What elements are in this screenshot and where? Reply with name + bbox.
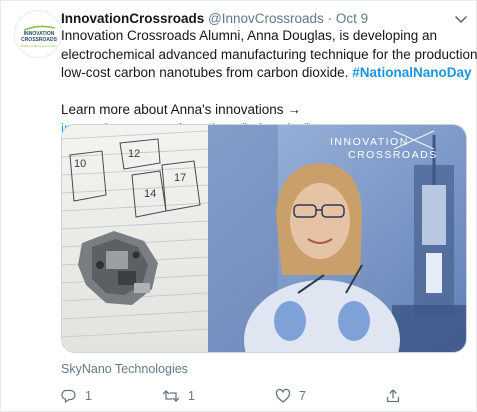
tweet-date[interactable]: Oct 9 [336, 11, 368, 26]
display-name[interactable]: InnovationCrossroads [61, 11, 204, 26]
share-button[interactable] [385, 387, 401, 405]
user-handle[interactable]: @InnovCrossroads [208, 11, 324, 26]
reply-count: 1 [85, 389, 92, 403]
paper-number: 10 [74, 158, 86, 170]
cta-text: Learn more about Anna's innovations → [61, 102, 301, 117]
retweet-icon [162, 388, 180, 404]
tweet-card[interactable]: INNOVATION CROSSROADS Building Nature Ge… [0, 0, 477, 412]
notebook-photo: 10 12 14 17 [62, 125, 209, 352]
tweet-text: Innovation Crossroads Alumni, Anna Dougl… [61, 27, 477, 138]
paper-number: 14 [144, 188, 156, 200]
hashtag-link[interactable]: #NationalNanoDay [352, 65, 471, 80]
overlay-title: INNOVATION [330, 136, 409, 148]
like-count: 7 [299, 389, 306, 403]
chevron-down-icon[interactable] [453, 13, 469, 25]
paper-number: 12 [128, 148, 140, 160]
tweet-text-line: low-cost carbon nanotubes from carbon di… [61, 64, 471, 83]
tweet-text-line: Innovation Crossroads Alumni, Anna Dougl… [61, 28, 437, 43]
paper-number: 17 [174, 172, 186, 184]
retweet-button[interactable]: 1 [162, 387, 195, 405]
tweet-header: InnovationCrossroads @InnovCrossroads · … [61, 10, 368, 28]
svg-text:Building Nature Generation: Building Nature Generation [21, 44, 58, 48]
media-caption[interactable]: SkyNano Technologies [61, 362, 188, 376]
like-button[interactable]: 7 [275, 387, 306, 405]
like-icon [275, 388, 291, 404]
tweet-text-segment: low-cost carbon nanotubes from carbon di… [61, 65, 349, 80]
lab-photo: INNOVATION CROSSROADS [208, 125, 466, 352]
reply-button[interactable]: 1 [61, 387, 92, 405]
reply-icon [61, 388, 77, 404]
retweet-count: 1 [188, 389, 195, 403]
tweet-text-line: electrochemical advanced manufacturing t… [61, 46, 477, 62]
share-icon [385, 388, 401, 404]
svg-text:CROSSROADS: CROSSROADS [21, 37, 58, 43]
separator-dot: · [327, 11, 333, 26]
avatar[interactable]: INNOVATION CROSSROADS Building Nature Ge… [14, 10, 62, 58]
tweet-media[interactable]: 10 12 14 17 INNOVATION CROSSROADS [61, 124, 467, 353]
overlay-subtitle: CROSSROADS [348, 149, 438, 161]
tweet-actions: 1 1 7 [61, 387, 467, 405]
